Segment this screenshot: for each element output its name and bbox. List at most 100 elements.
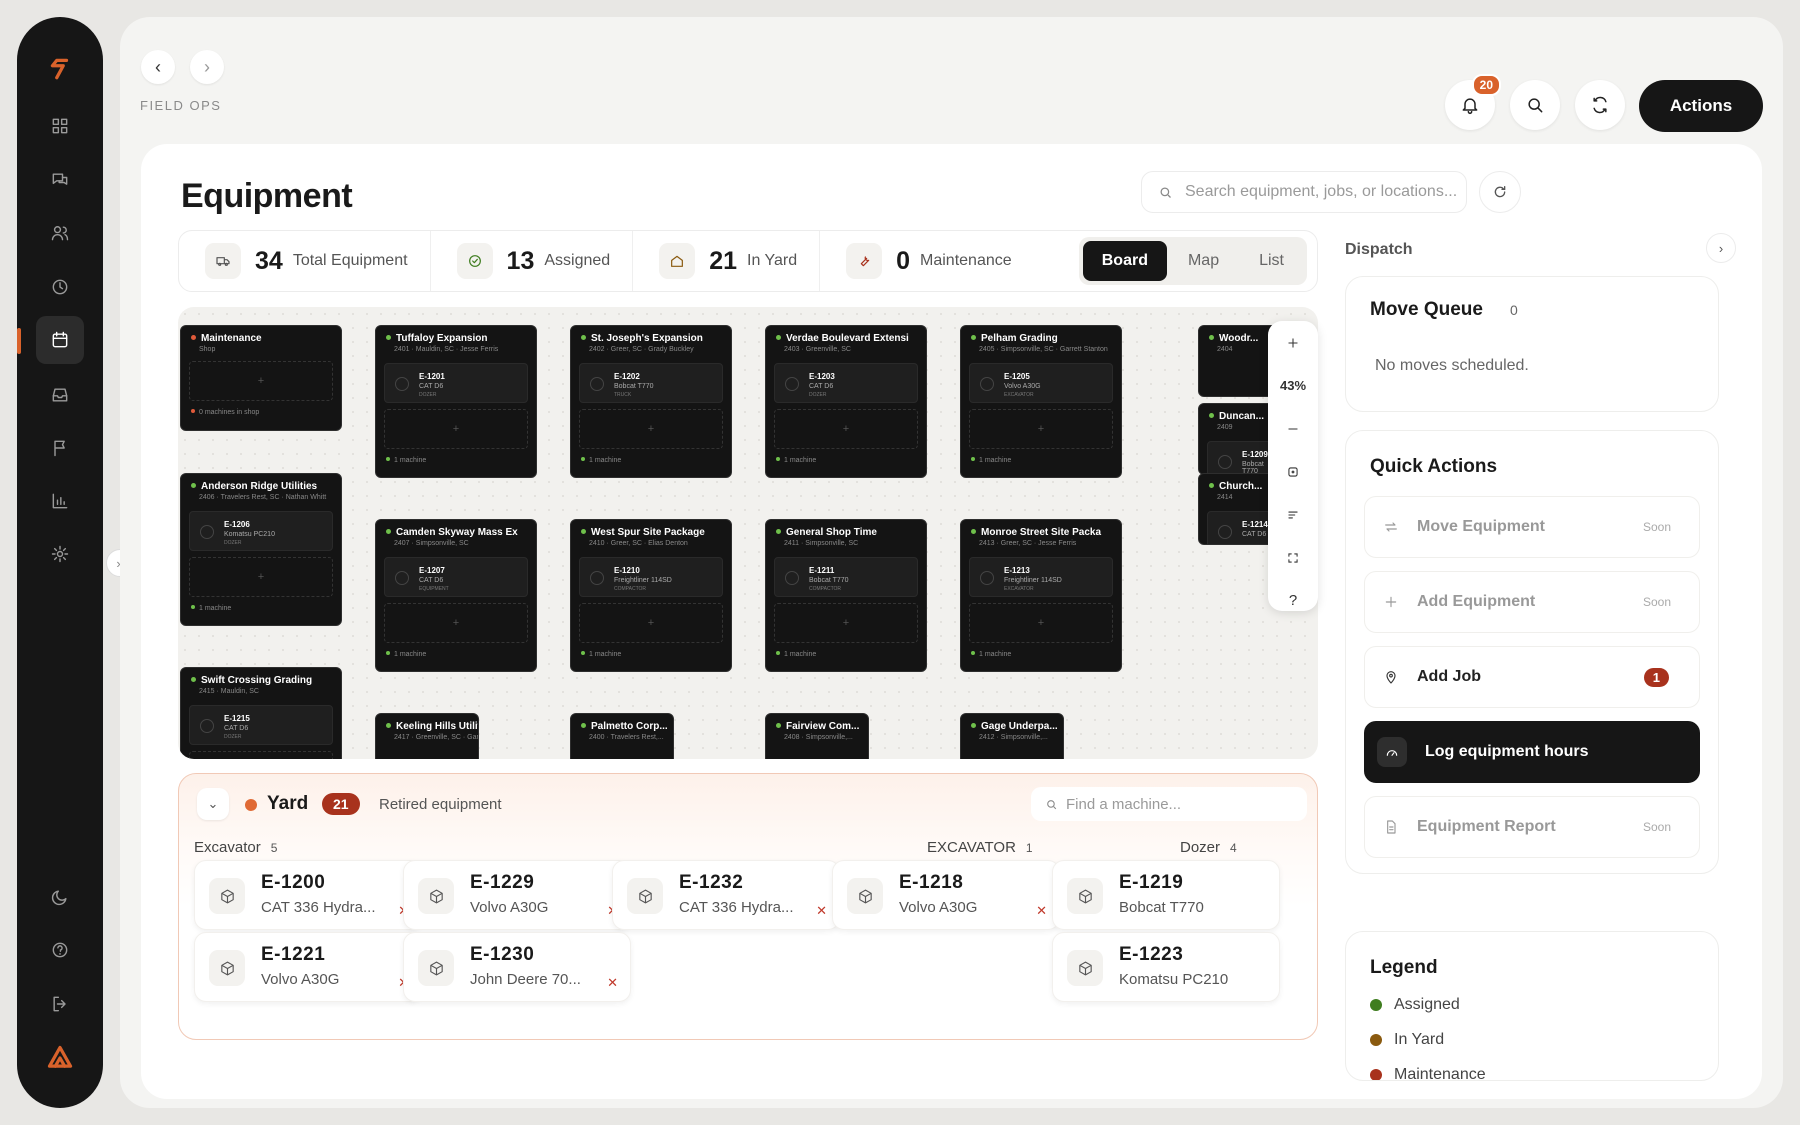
- sync-button[interactable]: [1575, 80, 1625, 130]
- retired-equipment-link[interactable]: Retired equipment: [379, 796, 502, 813]
- dark-mode-icon[interactable]: [42, 879, 78, 915]
- job-card[interactable]: Pelham Grading 2405 · Simpsonville, SC · …: [960, 325, 1122, 478]
- machine-chip[interactable]: E-1205 Volvo A30G EXCAVATOR: [969, 363, 1113, 403]
- dashboard-icon[interactable]: [42, 108, 78, 144]
- drop-slot[interactable]: +: [384, 603, 528, 643]
- search-button[interactable]: [1510, 80, 1560, 130]
- search-input[interactable]: Search equipment, jobs, or locations...: [1141, 171, 1467, 213]
- machine-search-input[interactable]: Find a machine...: [1031, 787, 1307, 821]
- yard-machine-card[interactable]: E-1221Volvo A30G✕: [194, 932, 422, 1002]
- stat-maintenance[interactable]: 0 Maintenance: [820, 231, 1034, 291]
- flag-icon[interactable]: [42, 430, 78, 466]
- yard-machine-card[interactable]: E-1230 John Deere 70... ✕: [403, 932, 631, 1002]
- job-card[interactable]: Maintenance Shop +0 machines in shop: [180, 325, 342, 431]
- remove-icon[interactable]: ✕: [816, 903, 827, 919]
- yard-machine-card[interactable]: E-1200CAT 336 Hydra...✕: [194, 860, 422, 930]
- machine-chip[interactable]: E-1202 Bobcat T770 TRUCK: [579, 363, 723, 403]
- remove-icon[interactable]: ✕: [607, 975, 618, 991]
- job-card[interactable]: Swift Crossing Grading 2415 · Mauldin, SC…: [180, 667, 342, 759]
- yard-machine-card[interactable]: E-1219 Bobcat T770: [1052, 860, 1280, 930]
- back-button[interactable]: ‹: [141, 50, 175, 84]
- job-card[interactable]: West Spur Site Package 2410 · Greer, SC ·…: [570, 519, 732, 672]
- machine-chip[interactable]: E-1213 Freightliner 114SD EXCAVATOR: [969, 557, 1113, 597]
- arrange-button[interactable]: [1268, 493, 1318, 536]
- add-job-button[interactable]: Add Job 1: [1364, 646, 1700, 708]
- help-icon[interactable]: [42, 932, 78, 968]
- machine-model: CAT D6: [809, 383, 834, 390]
- notifications-button[interactable]: 20: [1445, 74, 1501, 130]
- group-name: Dozer: [1180, 839, 1221, 856]
- job-card[interactable]: Camden Skyway Mass Ex 2407 · Simpsonville…: [375, 519, 537, 672]
- drop-slot[interactable]: +: [189, 557, 333, 597]
- drop-slot[interactable]: +: [969, 603, 1113, 643]
- job-title: Swift Crossing Grading: [181, 668, 341, 686]
- job-card[interactable]: Verdae Boulevard Extensi 2403 · Greenvill…: [765, 325, 927, 478]
- drop-slot[interactable]: +: [189, 751, 333, 759]
- refresh-button[interactable]: [1479, 171, 1521, 213]
- yard-machine-card[interactable]: E-1218 Volvo A30G ✕: [832, 860, 1060, 930]
- settings-gear-icon[interactable]: [42, 536, 78, 572]
- actions-button[interactable]: Actions: [1639, 80, 1763, 132]
- drop-slot[interactable]: +: [774, 603, 918, 643]
- drop-slot[interactable]: +: [774, 409, 918, 449]
- move-equipment-button[interactable]: Move Equipment Soon: [1364, 496, 1700, 558]
- soon-tag: Soon: [1642, 820, 1671, 834]
- machine-chip[interactable]: E-1211 Bobcat T770 COMPACTOR: [774, 557, 918, 597]
- clock-icon[interactable]: [42, 269, 78, 305]
- fit-view-button[interactable]: [1268, 450, 1318, 493]
- zoom-out-button[interactable]: [1268, 407, 1318, 450]
- job-card[interactable]: Tuffaloy Expansion 2401 · Mauldin, SC · J…: [375, 325, 537, 478]
- logo-icon[interactable]: [42, 51, 78, 87]
- job-card[interactable]: Keeling Hills Utilities 2417 · Greenville…: [375, 713, 479, 759]
- machine-chip[interactable]: E-1206 Komatsu PC210 DOZER: [189, 511, 333, 551]
- yard-machine-card[interactable]: E-1232 CAT 336 Hydra... ✕: [612, 860, 840, 930]
- logout-icon[interactable]: [42, 986, 78, 1022]
- job-card[interactable]: Palmetto Corp... 2400 · Travelers Rest,..…: [570, 713, 674, 759]
- tab-board[interactable]: Board: [1082, 241, 1167, 281]
- chart-icon[interactable]: [42, 483, 78, 519]
- machine-model: Komatsu PC210: [1119, 971, 1229, 988]
- messages-icon[interactable]: [42, 162, 78, 198]
- dispatch-expand-button[interactable]: ›: [1706, 233, 1736, 263]
- inbox-icon[interactable]: [42, 377, 78, 413]
- job-card[interactable]: St. Joseph's Expansion 2402 · Greer, SC ·…: [570, 325, 732, 478]
- help-button[interactable]: ?: [1268, 579, 1318, 622]
- zoom-in-button[interactable]: [1268, 321, 1318, 364]
- job-card[interactable]: Fairview Com... 2408 · Simpsonville,...: [765, 713, 869, 759]
- job-card[interactable]: General Shop Time 2411 · Simpsonville, SC…: [765, 519, 927, 672]
- stat-in-yard[interactable]: 21 In Yard: [633, 231, 821, 291]
- machine-chip[interactable]: E-1210 Freightliner 114SD COMPACTOR: [579, 557, 723, 597]
- tab-map[interactable]: Map: [1169, 241, 1238, 281]
- machine-chip[interactable]: E-1201 CAT D6 DOZER: [384, 363, 528, 403]
- drop-slot[interactable]: +: [579, 409, 723, 449]
- job-card[interactable]: Anderson Ridge Utilities 2406 · Travelers…: [180, 473, 342, 626]
- fullscreen-button[interactable]: [1268, 536, 1318, 579]
- log-equipment-hours-button[interactable]: Log equipment hours: [1364, 721, 1700, 783]
- job-card[interactable]: Monroe Street Site Packa 2413 · Greer, SC…: [960, 519, 1122, 672]
- machine-chip[interactable]: E-1215 CAT D6 DOZER: [189, 705, 333, 745]
- stats-bar: 34 Total Equipment 13 Assigned 21 In Yar…: [178, 230, 1318, 292]
- job-footer: 1 machine: [766, 643, 926, 666]
- equipment-report-button[interactable]: Equipment Report Soon: [1364, 796, 1700, 858]
- job-card[interactable]: Gage Underpa... 2412 · Simpsonville,...: [960, 713, 1064, 759]
- tab-list[interactable]: List: [1240, 241, 1303, 281]
- drop-slot[interactable]: +: [189, 361, 333, 401]
- stat-total[interactable]: 34 Total Equipment: [179, 231, 431, 291]
- move-queue-count: 0: [1510, 302, 1518, 318]
- job-subtitle: 2408 · Simpsonville,...: [784, 734, 853, 741]
- users-icon[interactable]: [42, 215, 78, 251]
- yard-machine-card[interactable]: E-1229Volvo A30G✕: [403, 860, 631, 930]
- machine-chip[interactable]: E-1203 CAT D6 DOZER: [774, 363, 918, 403]
- remove-icon[interactable]: ✕: [1036, 903, 1047, 919]
- forward-button[interactable]: ›: [190, 50, 224, 84]
- calendar-icon[interactable]: [36, 316, 84, 364]
- dispatch-board[interactable]: Maintenance Shop +0 machines in shop Tuffal…: [178, 307, 1318, 759]
- add-equipment-button[interactable]: Add Equipment Soon: [1364, 571, 1700, 633]
- drop-slot[interactable]: +: [579, 603, 723, 643]
- drop-slot[interactable]: +: [384, 409, 528, 449]
- yard-machine-card[interactable]: E-1223 Komatsu PC210: [1052, 932, 1280, 1002]
- collapse-yard-button[interactable]: ⌄: [197, 788, 229, 820]
- drop-slot[interactable]: +: [969, 409, 1113, 449]
- machine-chip[interactable]: E-1207 CAT D6 EQUIPMENT: [384, 557, 528, 597]
- stat-assigned[interactable]: 13 Assigned: [431, 231, 634, 291]
